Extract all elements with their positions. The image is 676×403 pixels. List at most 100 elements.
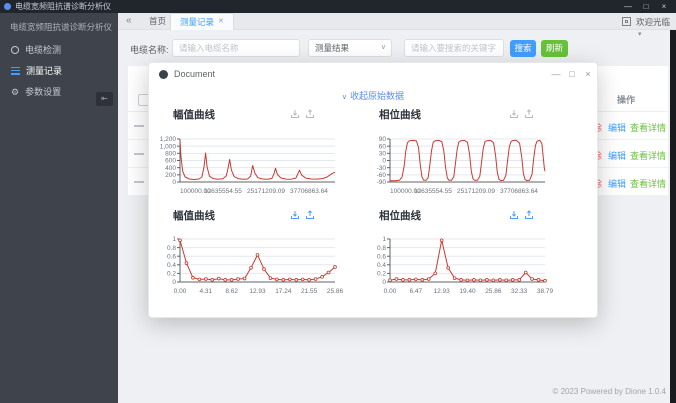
chart-title: 相位曲线 — [379, 109, 421, 121]
restore-icon[interactable] — [305, 210, 315, 220]
close-tab-icon[interactable]: ✕ — [218, 14, 224, 30]
collapse-sidebar-icon: ⇤ — [101, 94, 108, 103]
sidebar-app-title: 电缆宽频阻抗谱诊断分析仪 — [10, 22, 113, 32]
svg-text:12635554.55: 12635554.55 — [414, 188, 452, 195]
sidebar-item-measure-records[interactable]: 测量记录 — [0, 60, 118, 81]
restore-icon[interactable] — [524, 109, 534, 119]
window-title: 电缆宽频阻抗谱诊断分析仪 — [15, 2, 111, 11]
svg-text:90: 90 — [379, 136, 387, 143]
amplitude-distance-chart: 1 0.8 0.6 0.4 0.2 0 0.00 4.31 8.62 12.93 17.24 21.5… — [151, 233, 347, 297]
sidebar-item-cable-detect[interactable]: 电缆检测 — [0, 39, 118, 60]
save-image-icon[interactable] — [290, 109, 300, 119]
row-placeholder-dash — [134, 153, 144, 155]
svg-text:0.8: 0.8 — [167, 245, 176, 252]
app-window: 电缆宽频阻抗谱诊断分析仪 — □ × 电缆宽频阻抗谱诊断分析仪 电缆检测 测量记… — [0, 0, 676, 403]
window-edge-scrollbar[interactable] — [670, 30, 676, 403]
cable-name-label: 电缆名称: — [130, 45, 169, 55]
fullscreen-icon[interactable] — [622, 17, 631, 26]
cable-name-input[interactable] — [172, 39, 300, 57]
svg-text:38.79: 38.79 — [537, 288, 554, 295]
svg-text:0.6: 0.6 — [167, 253, 176, 260]
measure-result-select[interactable]: 测量结果 ∨ — [308, 39, 392, 57]
amplitude-frequency-chart: 1,200 1,000 800 600 400 200 0 100000.00 12635554… — [151, 133, 347, 197]
chart-toolbox — [290, 210, 315, 220]
modal-titlebar: Document — □ × — [149, 63, 597, 85]
view-detail-link[interactable]: 查看详情 — [630, 149, 666, 162]
document-modal: Document — □ × ∨ 收起原始数据 幅值曲线 相位曲线 幅值曲线 相位… — [148, 62, 598, 318]
refresh-button[interactable]: 刷新 — [541, 40, 568, 57]
svg-text:21.55: 21.55 — [301, 288, 318, 295]
chart-toolbox — [290, 109, 315, 119]
edit-link[interactable]: 编辑 — [608, 177, 626, 190]
chart-toolbox — [509, 109, 534, 119]
tab-label: 测量记录 — [180, 17, 215, 27]
svg-text:12635554.55: 12635554.55 — [204, 188, 242, 195]
modal-minimize-button[interactable]: — — [549, 63, 563, 85]
svg-text:0.8: 0.8 — [377, 245, 386, 252]
svg-text:25171209.09: 25171209.09 — [247, 188, 285, 195]
collapse-link-label: 收起原始数据 — [350, 91, 405, 101]
row-placeholder-dash — [134, 125, 144, 127]
svg-text:0.2: 0.2 — [167, 271, 176, 278]
phase-distance-chart: 1 0.8 0.6 0.4 0.2 0 0.00 6.47 12.93 19.40 25.86 32.… — [361, 233, 557, 297]
svg-text:0: 0 — [382, 158, 386, 165]
save-image-icon[interactable] — [509, 210, 519, 220]
tab-label: 首页 — [149, 16, 167, 26]
svg-text:0.00: 0.00 — [174, 288, 187, 295]
sidebar-item-label: 参数设置 — [25, 87, 62, 97]
svg-text:1: 1 — [382, 236, 386, 243]
svg-text:0.6: 0.6 — [377, 253, 386, 260]
records-list-icon — [11, 66, 20, 75]
collapse-raw-data-link[interactable]: ∨ 收起原始数据 — [149, 89, 597, 102]
svg-text:0.2: 0.2 — [377, 271, 386, 278]
keyword-input[interactable] — [404, 39, 504, 57]
save-image-icon[interactable] — [290, 210, 300, 220]
footer-copyright: © 2023 Powered by Dione 1.0.4 — [552, 387, 666, 396]
window-close-button[interactable]: × — [656, 0, 672, 13]
save-image-icon[interactable] — [509, 109, 519, 119]
svg-text:8.62: 8.62 — [225, 288, 238, 295]
tabs-back-icon[interactable]: « — [126, 15, 132, 26]
svg-text:17.24: 17.24 — [275, 288, 292, 295]
svg-text:-30: -30 — [377, 165, 387, 172]
tab-bar: « 首页 测量记录 ✕ 欢迎光临 ▾ — [118, 13, 676, 38]
user-caret-icon: ▾ — [638, 31, 642, 38]
edit-link[interactable]: 编辑 — [608, 121, 626, 134]
svg-text:25171209.09: 25171209.09 — [457, 188, 495, 195]
row-placeholder-dash — [134, 181, 144, 183]
app-logo-icon — [4, 3, 11, 10]
modal-close-button[interactable]: × — [581, 63, 595, 85]
svg-text:6.47: 6.47 — [410, 288, 423, 295]
chart-toolbox — [509, 210, 534, 220]
view-detail-link[interactable]: 查看详情 — [630, 177, 666, 190]
chart-title: 幅值曲线 — [173, 210, 215, 222]
search-button[interactable]: 搜索 — [510, 40, 536, 57]
svg-text:0: 0 — [172, 179, 176, 186]
svg-text:37706863.64: 37706863.64 — [500, 188, 538, 195]
restore-icon[interactable] — [524, 210, 534, 220]
window-titlebar: 电缆宽频阻抗谱诊断分析仪 — □ × — [0, 0, 676, 13]
tab-measure-records[interactable]: 测量记录 ✕ — [170, 13, 234, 30]
restore-icon[interactable] — [305, 109, 315, 119]
modal-maximize-button[interactable]: □ — [565, 63, 579, 85]
welcome-text: 欢迎光临 — [636, 17, 671, 27]
document-icon — [159, 69, 168, 79]
chart-title: 相位曲线 — [379, 210, 421, 222]
svg-text:800: 800 — [165, 151, 176, 158]
window-minimize-button[interactable]: — — [620, 0, 636, 13]
svg-text:0: 0 — [172, 279, 176, 286]
svg-text:12.93: 12.93 — [434, 288, 451, 295]
view-detail-link[interactable]: 查看详情 — [630, 121, 666, 134]
svg-text:4.31: 4.31 — [200, 288, 213, 295]
select-value: 测量结果 — [315, 43, 350, 53]
column-header-operation: 操作 — [617, 95, 636, 105]
svg-text:1,200: 1,200 — [160, 136, 177, 143]
sidebar-collapse-button[interactable]: ⇤ — [96, 92, 113, 106]
chevron-down-icon: ∨ — [341, 94, 348, 101]
edit-link[interactable]: 编辑 — [608, 149, 626, 162]
svg-text:600: 600 — [165, 158, 176, 165]
window-maximize-button[interactable]: □ — [638, 0, 654, 13]
svg-text:30: 30 — [379, 151, 387, 158]
svg-text:0.4: 0.4 — [377, 262, 386, 269]
sidebar: 电缆宽频阻抗谱诊断分析仪 电缆检测 测量记录 ⚙ 参数设置 ⇤ — [0, 13, 118, 403]
